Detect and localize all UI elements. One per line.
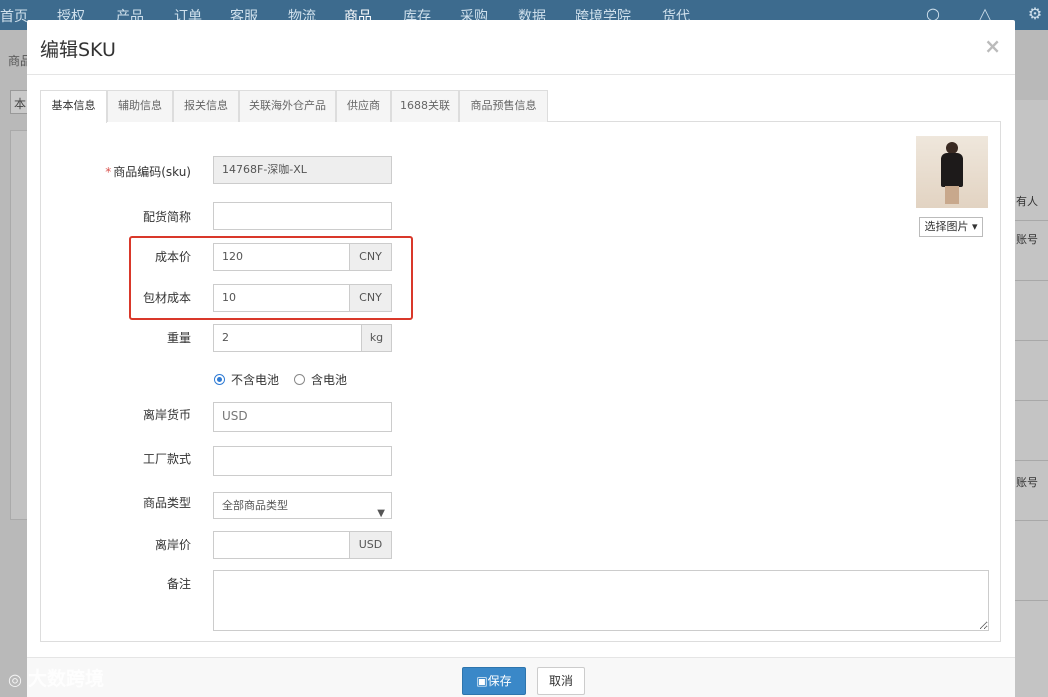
weight-label: 重量 [166, 331, 191, 345]
sku-label-text: 商品编码(sku) [113, 165, 191, 179]
sku-label: * 商品编码(sku) [71, 163, 191, 180]
choose-image-button[interactable]: 选择图片 ▾ [919, 217, 983, 237]
factory-style-field[interactable] [213, 446, 392, 476]
tab-basic-info[interactable]: 基本信息 [40, 90, 107, 123]
gear-icon[interactable]: ⚙ [1026, 5, 1044, 23]
product-type-value: 全部商品类型 [222, 499, 288, 512]
save-label: 保存 [487, 674, 512, 688]
tab-1688[interactable]: 1688关联 [391, 90, 459, 122]
table-row [1015, 460, 1048, 461]
product-image-dress [941, 153, 963, 187]
product-type-select[interactable]: 全部商品类型 ▼ [213, 492, 392, 519]
modal-header: 编辑SKU × [27, 20, 1015, 75]
sku-field[interactable]: 14768F-深咖-XL [213, 156, 392, 184]
close-icon[interactable]: × [984, 34, 1001, 58]
table-row [1015, 220, 1048, 221]
no-battery-label[interactable]: 不含电池 [231, 371, 279, 388]
modal-title: 编辑SKU [40, 39, 116, 61]
notes-textarea[interactable] [213, 570, 989, 631]
save-button[interactable]: ▣保存 [462, 667, 526, 695]
weight-field[interactable]: 2 [213, 324, 362, 352]
tab-aux-info[interactable]: 辅助信息 [107, 90, 173, 122]
currency-field[interactable]: USD [213, 402, 392, 432]
background-text: 有人 [1016, 195, 1038, 208]
background-text: 账号 [1016, 476, 1038, 489]
edit-sku-modal: 编辑SKU × 基本信息 辅助信息 报关信息 关联海外仓产品 供应商 1688关… [27, 20, 1015, 697]
fob-currency: USD [349, 531, 392, 559]
product-image [916, 136, 988, 208]
watermark: ◎ 大数跨境 [8, 664, 104, 691]
tab-supplier[interactable]: 供应商 [336, 90, 391, 122]
tab-presale[interactable]: 商品预售信息 [459, 90, 548, 122]
has-battery-radio[interactable] [294, 374, 305, 385]
logo-icon: ◎ [8, 670, 22, 689]
table-row [1015, 280, 1048, 281]
tab-bar: 基本信息 辅助信息 报关信息 关联海外仓产品 供应商 1688关联 商品预售信息 [40, 90, 1001, 123]
currency-label: 离岸货币 [142, 408, 191, 422]
caret-down-icon: ▾ [971, 220, 978, 233]
fob-price-label: 离岸价 [154, 538, 191, 552]
alias-label: 配货简称 [142, 210, 191, 224]
table-row [1015, 600, 1048, 601]
table-row [1015, 400, 1048, 401]
factory-style-label: 工厂款式 [142, 452, 191, 466]
highlight-box [129, 236, 413, 320]
background-text: 账号 [1016, 233, 1038, 246]
background-table [1015, 100, 1048, 697]
tab-customs-info[interactable]: 报关信息 [173, 90, 239, 122]
product-type-label: 商品类型 [142, 496, 191, 510]
notes-label: 备注 [166, 577, 191, 591]
no-battery-radio[interactable] [214, 374, 225, 385]
modal-body: 基本信息 辅助信息 报关信息 关联海外仓产品 供应商 1688关联 商品预售信息… [40, 90, 1001, 642]
chevron-down-icon: ▼ [377, 508, 385, 519]
basic-info-panel: * 商品编码(sku) 14768F-深咖-XL 配货简称 成本价 120 CNY… [40, 122, 1001, 642]
fob-price-field[interactable] [213, 531, 350, 559]
has-battery-label[interactable]: 含电池 [311, 371, 347, 388]
nav-item-home[interactable]: 首页 [0, 6, 28, 26]
cancel-button[interactable]: 取消 [537, 667, 585, 695]
modal-footer: ▣保存 取消 [27, 657, 1015, 697]
table-row [1015, 340, 1048, 341]
floppy-icon: ▣ [476, 674, 488, 688]
tab-overseas-warehouse[interactable]: 关联海外仓产品 [239, 90, 336, 122]
choose-image-label: 选择图片 [924, 220, 969, 233]
table-row [1015, 520, 1048, 521]
watermark-text: 大数跨境 [27, 668, 104, 690]
product-image-legs [945, 186, 959, 204]
weight-unit: kg [361, 324, 392, 352]
alias-field[interactable] [213, 202, 392, 230]
required-marker: * [105, 165, 112, 179]
